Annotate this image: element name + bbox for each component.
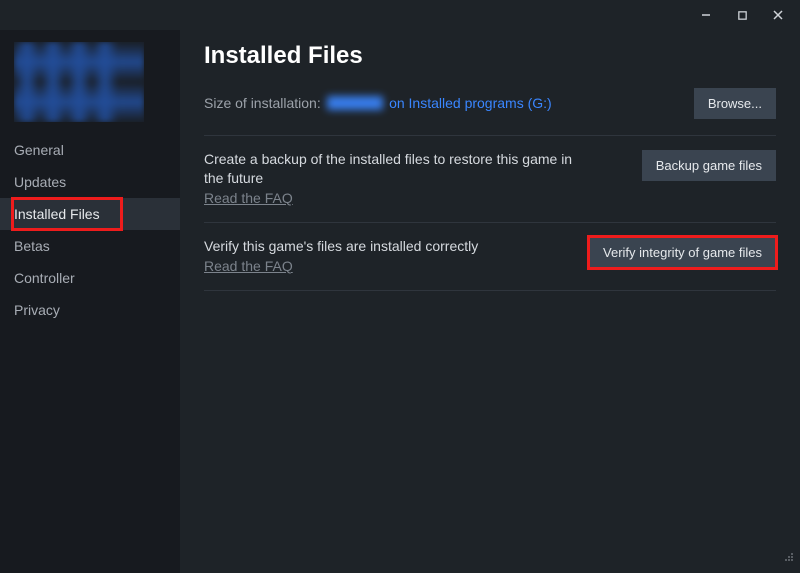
sidebar-item-label: Betas bbox=[14, 238, 50, 254]
close-button[interactable] bbox=[764, 4, 792, 26]
sidebar-item-general[interactable]: General bbox=[0, 134, 180, 166]
sidebar-item-updates[interactable]: Updates bbox=[0, 166, 180, 198]
sidebar: General Updates Installed Files Betas Co… bbox=[0, 30, 180, 573]
window-titlebar bbox=[0, 0, 800, 30]
resize-grip-icon[interactable] bbox=[782, 549, 794, 567]
sidebar-item-installed-files[interactable]: Installed Files bbox=[0, 198, 180, 230]
sidebar-item-label: Updates bbox=[14, 174, 66, 190]
sidebar-item-controller[interactable]: Controller bbox=[0, 262, 180, 294]
size-value-redacted bbox=[327, 96, 383, 110]
sidebar-item-label: Installed Files bbox=[14, 206, 100, 222]
verify-faq-link[interactable]: Read the FAQ bbox=[204, 258, 293, 274]
backup-game-files-button[interactable]: Backup game files bbox=[642, 150, 776, 181]
page-title: Installed Files bbox=[204, 42, 776, 70]
installation-size-line: Size of installation: on Installed progr… bbox=[204, 95, 552, 113]
backup-faq-link[interactable]: Read the FAQ bbox=[204, 190, 293, 206]
minimize-button[interactable] bbox=[692, 4, 720, 26]
divider bbox=[204, 222, 776, 223]
divider bbox=[204, 135, 776, 136]
installed-location-link[interactable]: on Installed programs (G:) bbox=[389, 95, 552, 111]
sidebar-item-betas[interactable]: Betas bbox=[0, 230, 180, 262]
sidebar-item-label: Privacy bbox=[14, 302, 60, 318]
sidebar-item-label: General bbox=[14, 142, 64, 158]
browse-button[interactable]: Browse... bbox=[694, 88, 776, 119]
backup-description: Create a backup of the installed files t… bbox=[204, 150, 574, 188]
sidebar-item-privacy[interactable]: Privacy bbox=[0, 294, 180, 326]
game-header-image bbox=[14, 42, 144, 122]
size-prefix: Size of installation: bbox=[204, 95, 325, 111]
main-panel: Installed Files Size of installation: on… bbox=[180, 30, 800, 573]
maximize-button[interactable] bbox=[728, 4, 756, 26]
verify-description: Verify this game's files are installed c… bbox=[204, 237, 478, 256]
divider bbox=[204, 290, 776, 291]
verify-integrity-button[interactable]: Verify integrity of game files bbox=[589, 237, 776, 268]
sidebar-item-label: Controller bbox=[14, 270, 75, 286]
